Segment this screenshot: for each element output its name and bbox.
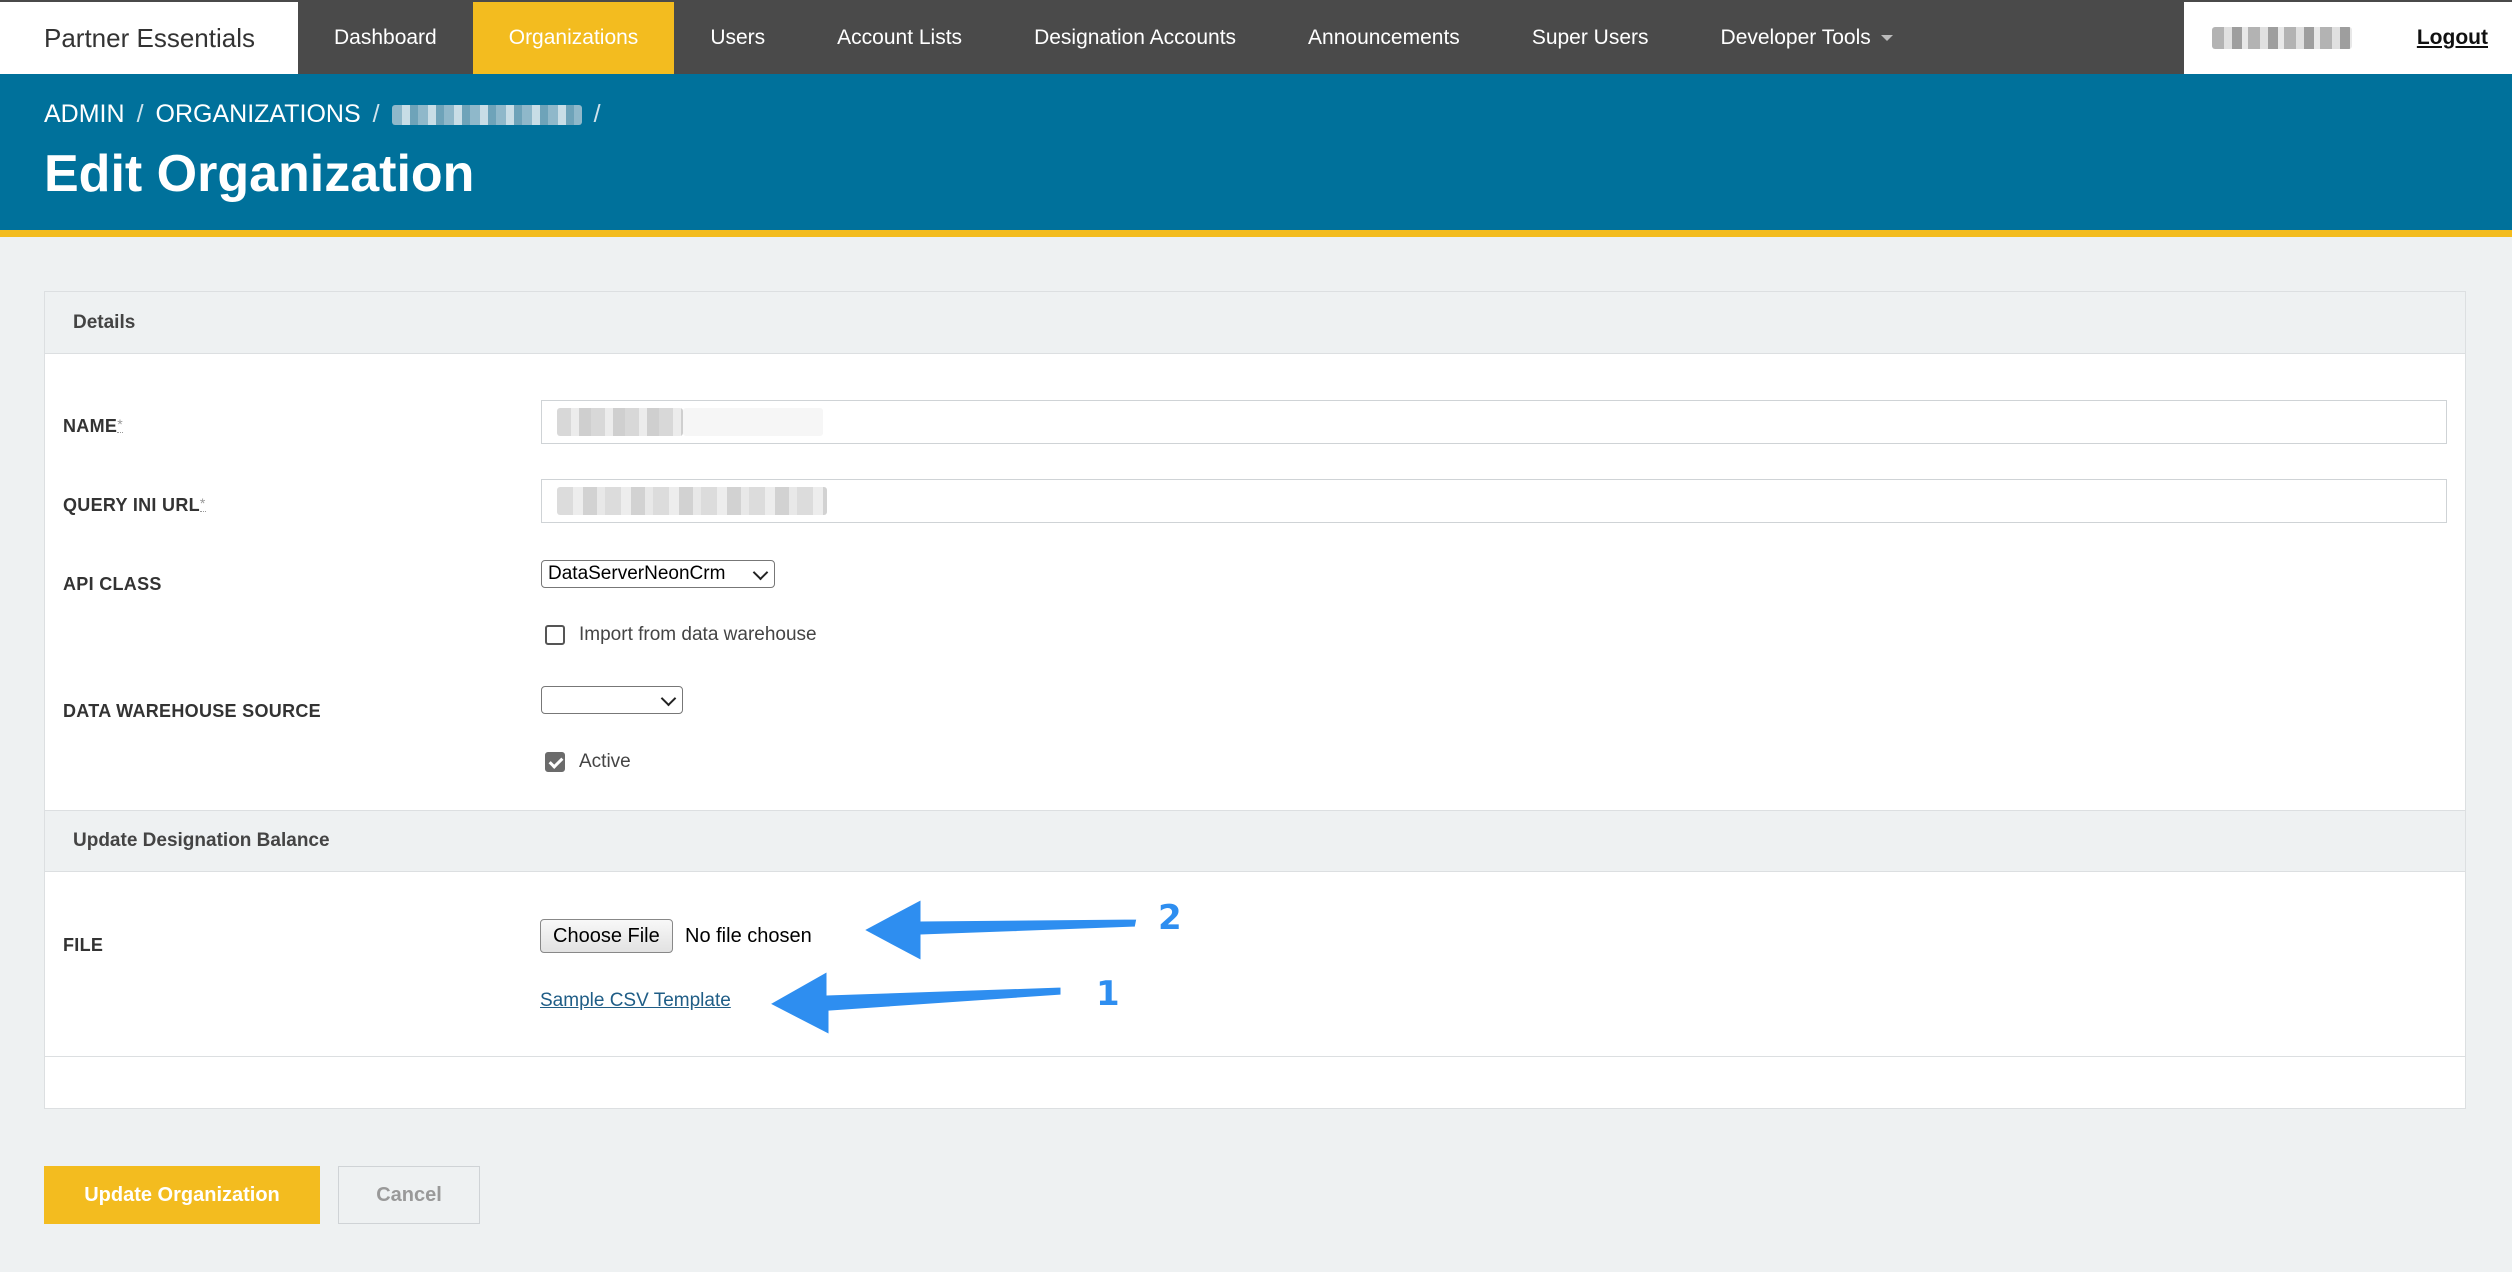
breadcrumb-separator: /	[372, 100, 380, 128]
choose-file-button[interactable]: Choose File	[540, 919, 673, 953]
nav-item-designation-accounts[interactable]: Designation Accounts	[998, 2, 1272, 74]
cancel-button[interactable]: Cancel	[338, 1166, 480, 1224]
api-class-label: API CLASS	[63, 574, 162, 594]
api-class-select[interactable]: DataServerNeonCrm	[541, 560, 775, 588]
data-warehouse-label: DATA WAREHOUSE SOURCE	[63, 701, 321, 721]
main-nav: Dashboard Organizations Users Account Li…	[298, 2, 1929, 74]
nav-item-users[interactable]: Users	[674, 2, 801, 74]
details-section-heading: Details	[45, 292, 2465, 354]
annotation-number-1: 1	[1096, 974, 1120, 1014]
redacted-breadcrumb-org[interactable]	[391, 104, 582, 125]
name-label-text: NAME	[63, 416, 118, 436]
query-url-label: QUERY INI URL*	[63, 495, 206, 516]
name-label: NAME*	[63, 416, 123, 437]
redacted-url-value	[557, 487, 827, 515]
redacted-name-value-fade	[683, 408, 823, 436]
page-title: Edit Organization	[44, 145, 475, 203]
nav-item-announcements[interactable]: Announcements	[1272, 2, 1496, 74]
chevron-down-icon	[752, 564, 769, 581]
import-checkbox[interactable]	[545, 625, 565, 645]
breadcrumb: ADMIN / ORGANIZATIONS / /	[44, 100, 613, 129]
api-class-selected-value: DataServerNeonCrm	[548, 563, 726, 584]
user-area: Logout	[2184, 2, 2512, 74]
nav-item-dashboard[interactable]: Dashboard	[298, 2, 473, 74]
logout-link[interactable]: Logout	[2417, 26, 2488, 50]
update-balance-section-heading: Update Designation Balance	[45, 810, 2465, 872]
header-accent-stripe	[0, 230, 2512, 237]
active-checkbox-row[interactable]: Active	[545, 751, 631, 773]
section-divider	[45, 1056, 2465, 1057]
import-checkbox-row[interactable]: Import from data warehouse	[545, 624, 817, 646]
nav-item-account-lists[interactable]: Account Lists	[801, 2, 998, 74]
breadcrumb-separator: /	[593, 100, 601, 128]
update-organization-button[interactable]: Update Organization	[44, 1166, 320, 1224]
import-checkbox-label: Import from data warehouse	[579, 624, 817, 645]
annotation-number-2: 2	[1158, 898, 1182, 938]
nav-item-super-users[interactable]: Super Users	[1496, 2, 1685, 74]
no-file-chosen-text: No file chosen	[685, 925, 812, 947]
required-mark: *	[117, 416, 123, 433]
brand-logo[interactable]: Partner Essentials	[0, 2, 298, 74]
nav-item-developer-tools[interactable]: Developer Tools	[1685, 2, 1929, 74]
name-input[interactable]	[541, 400, 2447, 444]
data-warehouse-select[interactable]	[541, 686, 683, 714]
page-header: ADMIN / ORGANIZATIONS / / Edit Organizat…	[0, 74, 2512, 230]
query-url-label-text: QUERY INI URL	[63, 495, 200, 515]
file-label: FILE	[63, 935, 104, 955]
active-checkbox-label: Active	[579, 751, 631, 772]
breadcrumb-organizations[interactable]: ORGANIZATIONS	[156, 100, 361, 129]
caret-down-icon	[1880, 35, 1893, 41]
top-navbar: Partner Essentials Dashboard Organizatio…	[0, 0, 2512, 74]
required-mark: *	[199, 495, 206, 512]
developer-tools-label: Developer Tools	[1720, 26, 1871, 49]
breadcrumb-admin[interactable]: ADMIN	[44, 100, 125, 129]
sample-csv-template-link[interactable]: Sample CSV Template	[540, 990, 731, 1012]
breadcrumb-separator: /	[136, 100, 144, 128]
nav-item-organizations[interactable]: Organizations	[472, 2, 675, 74]
redacted-username	[2212, 27, 2352, 49]
active-checkbox[interactable]	[545, 752, 565, 772]
edit-organization-form: Details NAME* QUERY INI URL* API CLASS D…	[44, 291, 2466, 1109]
chevron-down-icon	[660, 690, 677, 707]
redacted-name-value	[557, 408, 683, 436]
